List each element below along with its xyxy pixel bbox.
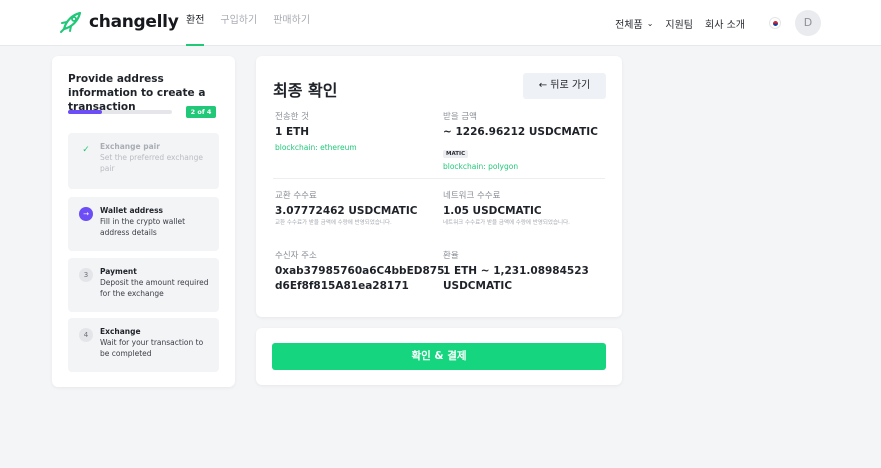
network-fee: 네트워크 수수료 1.05 USDCMATIC 네트워크 수수료가 받을 금액에…	[443, 190, 605, 227]
step-title: Exchange pair	[100, 142, 160, 151]
confirm-pay-button[interactable]: 확인 & 결제	[272, 343, 606, 370]
field-value: 3.07772462 USDCMATIC	[275, 205, 418, 217]
step-payment[interactable]: 3 Payment Deposit the amount required fo…	[68, 258, 219, 312]
field-note: 네트워크 수수료가 받을 금액에 수량에 반영되었습니다.	[443, 220, 570, 226]
rate-line-2: USDCMATIC	[443, 280, 513, 292]
page-title: 최종 확인	[273, 81, 338, 100]
back-button[interactable]: ← 뒤로 가기	[523, 73, 606, 99]
step-badge: 2 of 4	[186, 106, 216, 118]
products-label: 전체품	[615, 19, 643, 31]
step-number: 4	[79, 328, 93, 342]
right-nav: 전체품 ⌄ 지원팀 회사 소개 D	[603, 0, 821, 46]
field-note: 교환 수수료가 받을 금액에 수량에 반영되었습니다.	[275, 220, 392, 226]
about-link[interactable]: 회사 소개	[705, 16, 745, 31]
step-number: 3	[79, 268, 93, 282]
products-dropdown[interactable]: 전체품 ⌄	[615, 16, 653, 31]
korea-flag-icon[interactable]	[769, 17, 781, 29]
field-label: 네트워크 수수료	[443, 191, 501, 201]
brand-name: changelly	[89, 12, 179, 32]
top-header: changelly 환전 구입하기 판매하기 전체품 ⌄ 지원팀 회사 소개 D	[0, 0, 881, 46]
step-title: Exchange	[100, 327, 141, 336]
field-label: 교환 수수료	[275, 191, 317, 201]
field-value: 1 ETH	[275, 126, 310, 138]
exchange-rate: 환율 1 ETH ~ 1,231.08984523 USDCMATIC	[443, 250, 609, 294]
support-link[interactable]: 지원팀	[665, 16, 693, 31]
field-value: ~ 1226.96212 USDCMATIC	[443, 126, 598, 138]
recipient-address: 수신자 주소 0xab37985760a6C4bbED875 d6Ef8f815…	[275, 250, 445, 294]
step-title: Wallet address	[100, 206, 164, 215]
progress-bar	[68, 110, 172, 114]
blockchain-label: blockchain: polygon	[443, 162, 519, 171]
chevron-down-icon: ⌄	[646, 18, 654, 28]
final-confirmation-card: 최종 확인 ← 뒤로 가기 전송한 것 1 ETH blockchain: et…	[256, 56, 622, 317]
field-label: 받을 금액	[443, 112, 477, 122]
address-line-1: 0xab37985760a6C4bbED875	[275, 265, 445, 277]
network-tag: MATIC	[443, 150, 469, 158]
step-desc: Deposit the amount required for the exch…	[100, 278, 209, 298]
avatar[interactable]: D	[795, 10, 821, 36]
field-label: 환율	[443, 251, 459, 261]
exchange-fee: 교환 수수료 3.07772462 USDCMATIC 교환 수수료가 받을 금…	[275, 190, 437, 227]
check-icon: ✓	[82, 145, 90, 155]
main-nav: 환전 구입하기 판매하기	[186, 0, 326, 46]
field-value: 1.05 USDCMATIC	[443, 205, 542, 217]
confirm-card: 확인 & 결제	[256, 328, 622, 385]
address-line-2: d6Ef8f815A81ea28171	[275, 280, 409, 292]
nav-exchange[interactable]: 환전	[186, 0, 205, 46]
rate-line-1: 1 ETH ~ 1,231.08984523	[443, 265, 589, 277]
step-desc: Fill in the crypto wallet address detail…	[100, 217, 186, 237]
nav-sell[interactable]: 판매하기	[273, 0, 310, 46]
blockchain-label: blockchain: ethereum	[275, 143, 357, 152]
receive-amount: 받을 금액 ~ 1226.96212 USDCMATIC MATIC block…	[443, 111, 613, 172]
steps-sidebar: Provide address information to create a …	[52, 56, 235, 387]
send-amount: 전송한 것 1 ETH blockchain: ethereum	[275, 111, 435, 153]
step-title: Payment	[100, 267, 137, 276]
step-exchange-pair[interactable]: ✓ Exchange pair Set the preferred exchan…	[68, 133, 219, 189]
step-desc: Wait for your transaction to be complete…	[100, 338, 204, 358]
arrow-right-icon: →	[79, 207, 93, 221]
step-desc: Set the preferred exchange pair	[100, 153, 203, 173]
field-label: 전송한 것	[275, 112, 309, 122]
changelly-logo[interactable]: changelly	[58, 9, 179, 35]
divider	[273, 178, 605, 179]
step-exchange[interactable]: 4 Exchange Wait for your transaction to …	[68, 318, 219, 372]
field-label: 수신자 주소	[275, 251, 317, 261]
rocket-logo-icon	[60, 11, 82, 33]
step-wallet-address[interactable]: → Wallet address Fill in the crypto wall…	[68, 197, 219, 251]
nav-buy[interactable]: 구입하기	[220, 0, 257, 46]
progress-fill	[68, 110, 103, 114]
